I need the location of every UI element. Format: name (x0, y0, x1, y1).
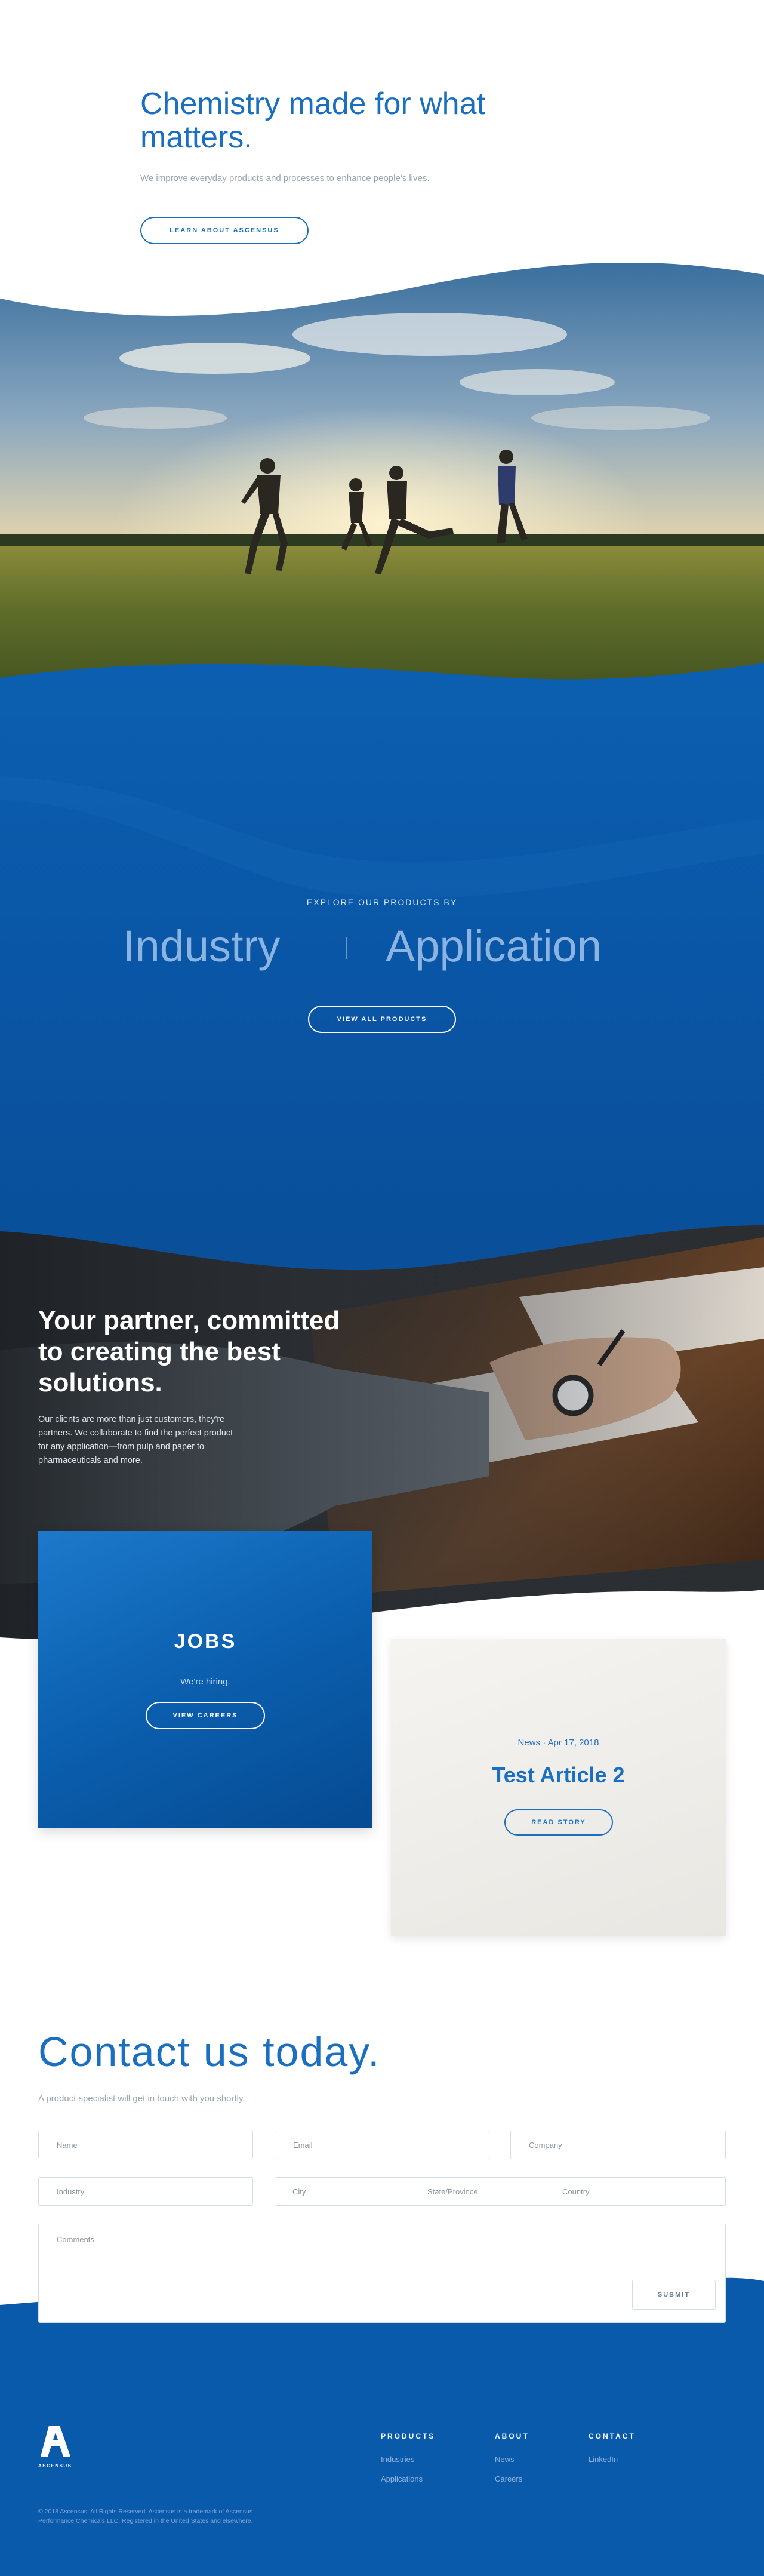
location-group (275, 2177, 726, 2206)
footer-link-applications[interactable]: Applications (381, 2474, 423, 2483)
footer-link-careers[interactable]: Careers (495, 2474, 522, 2483)
ascensus-logo-icon (41, 2426, 70, 2457)
footer-heading-products: PRODUCTS (381, 2432, 436, 2440)
category-divider (346, 937, 347, 959)
partner-title: Your partner, committed to creating the … (38, 1306, 340, 1397)
footer-heading-contact: CONTACT (589, 2432, 636, 2440)
city-input[interactable]: City (292, 2187, 306, 2196)
state-input[interactable]: State/Province (427, 2187, 478, 2196)
name-input[interactable]: Name (38, 2131, 253, 2159)
comments-textarea[interactable]: Comments (38, 2224, 726, 2323)
industry-select[interactable]: Industry (38, 2177, 253, 2206)
ascensus-logo[interactable]: ASCENSUS (38, 2426, 75, 2469)
category-industry-link[interactable]: Industry (123, 921, 280, 972)
footer-link-news[interactable]: News (495, 2455, 515, 2464)
footer-link-industries[interactable]: Industries (381, 2455, 414, 2464)
contact-subtitle: A product specialist will get in touch w… (38, 2094, 245, 2104)
hero-subtitle: We improve everyday products and process… (140, 173, 430, 183)
footer-heading-about: ABOUT (495, 2432, 529, 2440)
email-input[interactable]: Email (275, 2131, 489, 2159)
partner-body: Our clients are more than just customers… (38, 1415, 233, 1465)
jobs-subtitle: We're hiring. (180, 1677, 230, 1687)
logo-wordmark: ASCENSUS (38, 2463, 72, 2469)
field-photo-illustration (0, 263, 764, 705)
learn-about-button[interactable]: LEARN ABOUT ASCENSUS (140, 217, 309, 244)
products-section (0, 663, 764, 1260)
submit-button[interactable]: SUBMIT (632, 2280, 716, 2310)
products-background (0, 663, 764, 1260)
company-input[interactable]: Company (510, 2131, 726, 2159)
footer-link-linkedin[interactable]: LinkedIn (589, 2455, 618, 2464)
read-story-button[interactable]: READ STORY (504, 1809, 613, 1836)
hero-title: Chemistry made for what matters. (140, 87, 485, 155)
view-all-products-button[interactable]: VIEW ALL PRODUCTS (308, 1006, 456, 1033)
category-application-link[interactable]: Application (386, 921, 602, 972)
contact-title: Contact us today. (38, 2028, 381, 2075)
news-card (391, 1639, 726, 1936)
hero-photo (0, 263, 764, 705)
jobs-title: JOBS (174, 1630, 237, 1653)
explore-eyebrow: EXPLORE OUR PRODUCTS BY (306, 897, 458, 907)
view-careers-button[interactable]: VIEW CAREERS (146, 1702, 265, 1729)
news-meta: News · Apr 17, 2018 (517, 1738, 599, 1748)
legal-notice: © 2018 Ascensus. All Rights Reserved. As… (38, 2508, 253, 2525)
news-title: Test Article 2 (492, 1763, 625, 1787)
country-select[interactable]: Country (562, 2187, 590, 2196)
